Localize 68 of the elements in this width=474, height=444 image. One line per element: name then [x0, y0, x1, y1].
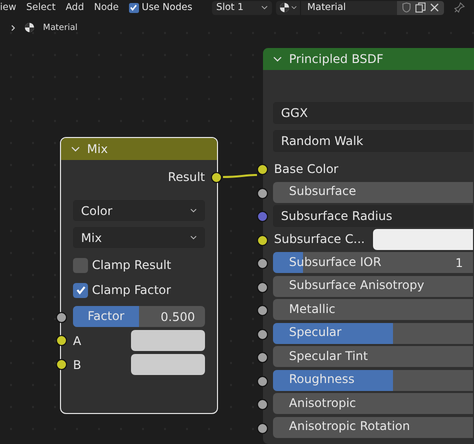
- value-slider[interactable]: Specular: [273, 322, 473, 344]
- input-socket[interactable]: [56, 312, 67, 323]
- input-socket[interactable]: [257, 399, 268, 410]
- node-title: Principled BSDF: [289, 52, 384, 66]
- shield-icon[interactable]: [402, 2, 412, 13]
- input-socket[interactable]: [257, 376, 268, 386]
- node-title: Mix: [87, 142, 108, 156]
- input-socket[interactable]: [56, 335, 67, 346]
- input-socket[interactable]: [257, 188, 268, 198]
- caret-icon: [261, 5, 268, 10]
- material-sphere-icon: [279, 2, 290, 13]
- collapse-icon[interactable]: [71, 146, 80, 152]
- output-socket[interactable]: [211, 172, 222, 183]
- breadcrumb-label[interactable]: Material: [43, 22, 78, 32]
- value-slider[interactable]: Roughness: [273, 370, 473, 390]
- caret-icon: [190, 208, 197, 213]
- data-type-dropdown[interactable]: Color: [73, 200, 205, 221]
- slot-dropdown[interactable]: Slot 1: [212, 0, 272, 14]
- factor-slider[interactable]: Factor 0.500: [73, 306, 205, 327]
- input-label: Base Color: [274, 162, 338, 176]
- copy-icon[interactable]: [415, 2, 426, 13]
- pin-icon[interactable]: [454, 2, 466, 13]
- menu-item[interactable]: iew: [0, 2, 16, 13]
- input-socket[interactable]: [56, 359, 67, 370]
- input-label: A: [73, 334, 82, 348]
- color-swatch[interactable]: [131, 330, 205, 351]
- caret-icon: [291, 5, 298, 10]
- node-header[interactable]: Mix: [61, 138, 217, 160]
- input-socket[interactable]: [257, 422, 268, 434]
- use-nodes-checkbox[interactable]: Use Nodes: [128, 2, 192, 13]
- chevron-icon[interactable]: [11, 24, 16, 32]
- collapse-icon[interactable]: [273, 56, 282, 62]
- node-header[interactable]: Principled BSDF: [263, 48, 474, 70]
- material-browse-button[interactable]: [276, 0, 300, 14]
- input-label: B: [73, 358, 82, 372]
- option-checkbox[interactable]: Clamp Factor: [73, 279, 205, 301]
- option-checkbox[interactable]: Clamp Result: [73, 254, 205, 276]
- dropdown[interactable]: GGX: [273, 102, 473, 124]
- menu-item[interactable]: Add: [66, 2, 84, 13]
- color-swatch[interactable]: [131, 354, 205, 375]
- value-slider[interactable]: Anisotropic: [273, 393, 473, 414]
- input-socket[interactable]: [257, 234, 268, 246]
- caret-icon: [190, 235, 197, 240]
- input-socket[interactable]: [257, 211, 268, 222]
- menu-item[interactable]: Select: [26, 2, 56, 13]
- color-swatch[interactable]: [372, 228, 473, 250]
- value-slider[interactable]: Subsurface: [273, 182, 473, 202]
- value-slider[interactable]: Specular Tint: [273, 346, 473, 367]
- input-socket[interactable]: [257, 258, 268, 269]
- value-slider[interactable]: Subsurface Anisotropy: [273, 276, 473, 296]
- material-name-field[interactable]: Material: [301, 0, 398, 14]
- close-icon[interactable]: [430, 3, 440, 12]
- input-socket[interactable]: [257, 164, 268, 175]
- input-socket[interactable]: [257, 352, 268, 363]
- input-socket[interactable]: [257, 282, 268, 292]
- node-link: [222, 174, 258, 178]
- dropdown[interactable]: Random Walk: [273, 130, 473, 152]
- input-socket[interactable]: [257, 328, 268, 340]
- input-socket[interactable]: [257, 305, 268, 316]
- value-slider[interactable]: Metallic: [273, 299, 473, 320]
- input-label: Subsurface C...: [274, 232, 365, 246]
- value-slider[interactable]: Anisotropic Rotation: [273, 416, 473, 438]
- material-sphere-icon: [24, 22, 35, 33]
- menu-item[interactable]: Node: [94, 2, 119, 13]
- vector-field[interactable]: Subsurface Radius: [273, 204, 473, 226]
- checkbox-icon: [128, 2, 139, 12]
- blend-mode-dropdown[interactable]: Mix: [73, 227, 205, 248]
- output-label: Result: [168, 170, 205, 184]
